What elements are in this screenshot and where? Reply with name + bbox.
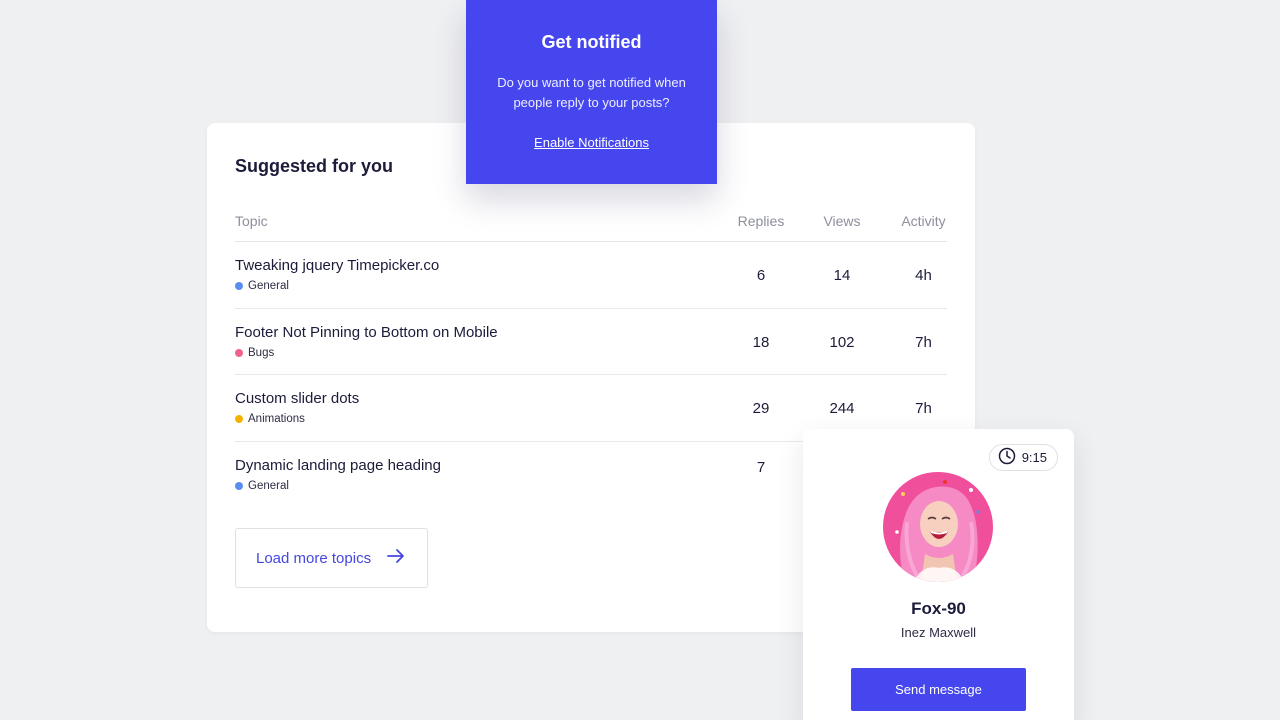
table-row[interactable]: Footer Not Pinning to Bottom on Mobile B… [235,309,947,375]
topic-title[interactable]: Footer Not Pinning to Bottom on Mobile [235,324,498,341]
enable-notifications-link[interactable]: Enable Notifications [466,135,717,150]
category-label: Bugs [248,346,275,359]
table-row[interactable]: Tweaking jquery Timepicker.co General 6 … [235,242,947,309]
arrow-right-icon [387,548,405,568]
category-dot [235,481,243,490]
header-activity: Activity [901,213,946,229]
header-replies: Replies [737,213,785,229]
topic-title[interactable]: Custom slider dots [235,390,359,407]
category-label: Animations [248,413,305,425]
category-label: General [248,280,289,292]
card-title: Suggested for you [235,156,394,176]
replies-count: 18 [752,333,770,351]
header-views: Views [823,213,861,229]
topic-title[interactable]: Tweaking jquery Timepicker.co [235,257,439,274]
profile-name: Inez Maxwell [900,625,977,640]
activity-time: 7h [915,333,932,351]
views-count: 102 [829,333,855,351]
topic-category[interactable]: Bugs [235,347,274,359]
notify-text: Do you want to get notified when people … [497,75,686,110]
avatar[interactable] [883,472,993,582]
profile-card: 9:15 Fox-90 Inez Maxwell Send message [803,429,1074,720]
topic-category[interactable]: Animations [235,413,305,425]
topic-title[interactable]: Dynamic landing page heading [235,457,441,474]
replies-count: 29 [752,400,770,417]
replies-count: 6 [756,267,766,284]
category-dot [235,348,243,357]
load-more-label: Load more topics [256,549,372,567]
topic-category[interactable]: General [235,280,289,292]
header-topic: Topic [235,213,268,229]
activity-time: 4h [915,267,932,284]
load-more-topics-button[interactable]: Load more topics [235,528,428,588]
category-dot [235,282,243,290]
category-label: General [248,479,289,492]
clock-icon [998,447,1016,468]
send-message-button[interactable]: Send message [851,668,1026,711]
views-count: 244 [829,400,855,417]
notification-panel: Get notified Do you want to get notified… [466,0,717,184]
profile-handle: Fox-90 [911,599,966,618]
time-badge: 9:15 [988,444,1058,471]
table-header: Topic Replies Views Activity [235,213,947,242]
views-count: 14 [833,267,851,284]
page: Suggested for you Topic Replies Views Ac… [0,0,1280,720]
notify-title: Get notified [541,32,642,52]
activity-time: 7h [915,400,932,417]
topic-category[interactable]: General [235,480,289,492]
replies-count: 7 [756,458,766,476]
category-dot [235,415,243,423]
time-label: 9:15 [1021,450,1047,465]
